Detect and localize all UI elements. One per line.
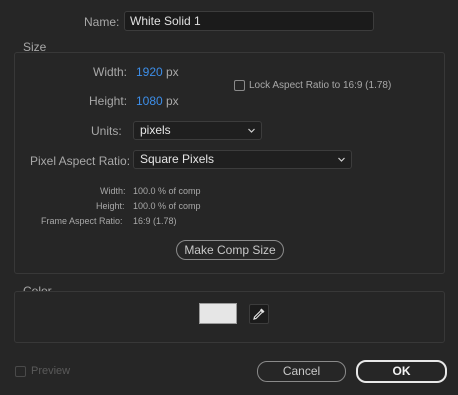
info-width-label: Width: bbox=[100, 186, 126, 196]
preview-checkbox[interactable] bbox=[15, 366, 26, 377]
height-unit: px bbox=[166, 94, 179, 108]
width-unit: px bbox=[166, 65, 179, 79]
height-label: Height: bbox=[89, 94, 128, 108]
preview-label: Preview bbox=[31, 365, 71, 377]
cancel-button[interactable]: Cancel bbox=[257, 361, 346, 382]
color-swatch[interactable] bbox=[199, 303, 237, 324]
chevron-down-icon bbox=[338, 157, 345, 162]
name-label: Name: bbox=[84, 15, 120, 29]
height-value[interactable]: 1080 bbox=[136, 94, 163, 108]
info-height-label: Height: bbox=[96, 201, 125, 211]
lock-aspect-label: Lock Aspect Ratio to 16:9 (1.78) bbox=[249, 80, 392, 91]
units-label: Units: bbox=[91, 124, 122, 138]
make-comp-size-button[interactable]: Make Comp Size bbox=[176, 240, 284, 260]
info-width-value: 100.0 % of comp bbox=[133, 186, 201, 196]
units-select[interactable]: pixels bbox=[133, 121, 262, 140]
width-value[interactable]: 1920 bbox=[136, 65, 163, 79]
name-input[interactable]: White Solid 1 bbox=[124, 11, 374, 31]
width-label: Width: bbox=[93, 65, 128, 79]
info-far-value: 16:9 (1.78) bbox=[133, 216, 177, 226]
units-select-value: pixels bbox=[140, 123, 171, 137]
lock-aspect-checkbox[interactable] bbox=[234, 80, 245, 91]
info-height-value: 100.0 % of comp bbox=[133, 201, 201, 211]
info-far-label: Frame Aspect Ratio: bbox=[41, 216, 123, 226]
ok-button[interactable]: OK bbox=[356, 360, 447, 383]
eyedropper-button[interactable] bbox=[249, 304, 269, 324]
eyedropper-icon bbox=[253, 308, 265, 320]
par-select[interactable]: Square Pixels bbox=[133, 150, 352, 169]
chevron-down-icon bbox=[248, 128, 255, 133]
par-label: Pixel Aspect Ratio: bbox=[30, 154, 131, 168]
par-select-value: Square Pixels bbox=[140, 152, 215, 166]
